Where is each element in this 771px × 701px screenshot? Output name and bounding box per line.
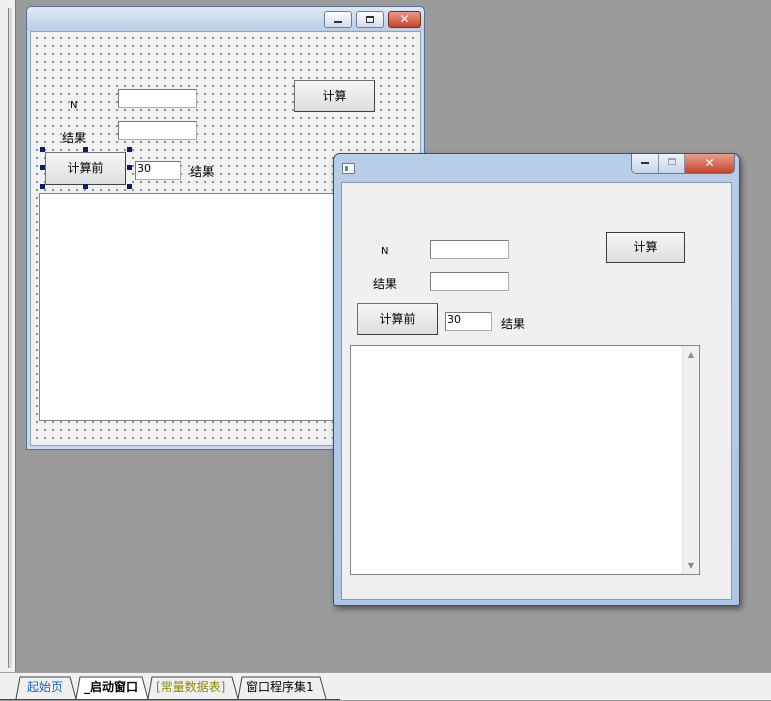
selection-handle[interactable] [40, 184, 45, 189]
running-result-label-2: 结果 [501, 317, 526, 331]
memo-scrollbar[interactable]: ▲ ▼ [682, 346, 699, 574]
designer-n-label: N [70, 100, 78, 111]
designer-maximize-button[interactable] [356, 11, 384, 28]
minimize-icon [641, 162, 649, 164]
close-icon: ✕ [399, 12, 410, 26]
running-client-area[interactable]: N 计算 结果 计算前 30 结果 ▲ ▼ [341, 182, 732, 600]
designer-result-label-2: 结果 [190, 165, 215, 179]
designer-titlebar[interactable]: ✕ [27, 7, 424, 31]
maximize-icon [366, 16, 374, 23]
close-icon: ✕ [704, 156, 715, 170]
document-tab-bar: 起始页 _启动窗口 [常量数据表] 窗口程序集1 [0, 672, 771, 700]
running-form-window[interactable]: ✕ N 计算 结果 计算前 30 结果 ▲ ▼ [333, 153, 740, 606]
designer-calc-before-button[interactable]: 计算前 [45, 152, 126, 185]
designer-result-label: 结果 [62, 131, 87, 145]
selection-handle[interactable] [127, 165, 132, 170]
left-panel-scrollbar[interactable] [8, 8, 12, 668]
tab-window-assembly[interactable]: 窗口程序集1 [242, 677, 318, 697]
selection-handle[interactable] [83, 184, 88, 189]
tab-startup-window[interactable]: _启动窗口 [80, 677, 142, 697]
designer-n-input[interactable] [118, 89, 197, 108]
running-n-input[interactable] [430, 240, 509, 259]
running-minimize-button[interactable] [632, 154, 659, 173]
scroll-down-arrow-icon[interactable]: ▼ [683, 557, 699, 574]
running-calc-button[interactable]: 计算 [606, 232, 685, 263]
window-caption-buttons: ✕ [631, 154, 735, 174]
selection-handle[interactable] [127, 147, 132, 152]
designer-count-input[interactable]: 30 [135, 161, 181, 180]
designer-result-input[interactable] [118, 121, 197, 140]
designer-close-button[interactable]: ✕ [388, 11, 421, 28]
maximize-icon [667, 158, 676, 165]
running-result-input[interactable] [430, 272, 509, 291]
running-result-label: 结果 [373, 277, 398, 291]
tab-constant-table[interactable]: [常量数据表] [152, 677, 229, 697]
running-calc-before-button[interactable]: 计算前 [357, 303, 438, 335]
left-panel-edge [0, 0, 16, 672]
app-icon [342, 163, 355, 174]
designer-minimize-button[interactable] [324, 11, 352, 28]
running-output-memo[interactable]: ▲ ▼ [350, 345, 700, 575]
designer-calc-button[interactable]: 计算 [294, 80, 375, 112]
running-close-button[interactable]: ✕ [685, 154, 734, 173]
selection-handle[interactable] [40, 147, 45, 152]
selection-handle[interactable] [127, 184, 132, 189]
scroll-up-arrow-icon[interactable]: ▲ [683, 346, 699, 363]
selection-handle[interactable] [40, 165, 45, 170]
running-n-label: N [381, 246, 389, 257]
selection-handle[interactable] [83, 147, 88, 152]
running-count-input[interactable]: 30 [445, 312, 492, 331]
tab-start-page[interactable]: 起始页 [23, 677, 67, 697]
minimize-icon [334, 21, 342, 23]
running-maximize-button[interactable] [659, 154, 685, 173]
